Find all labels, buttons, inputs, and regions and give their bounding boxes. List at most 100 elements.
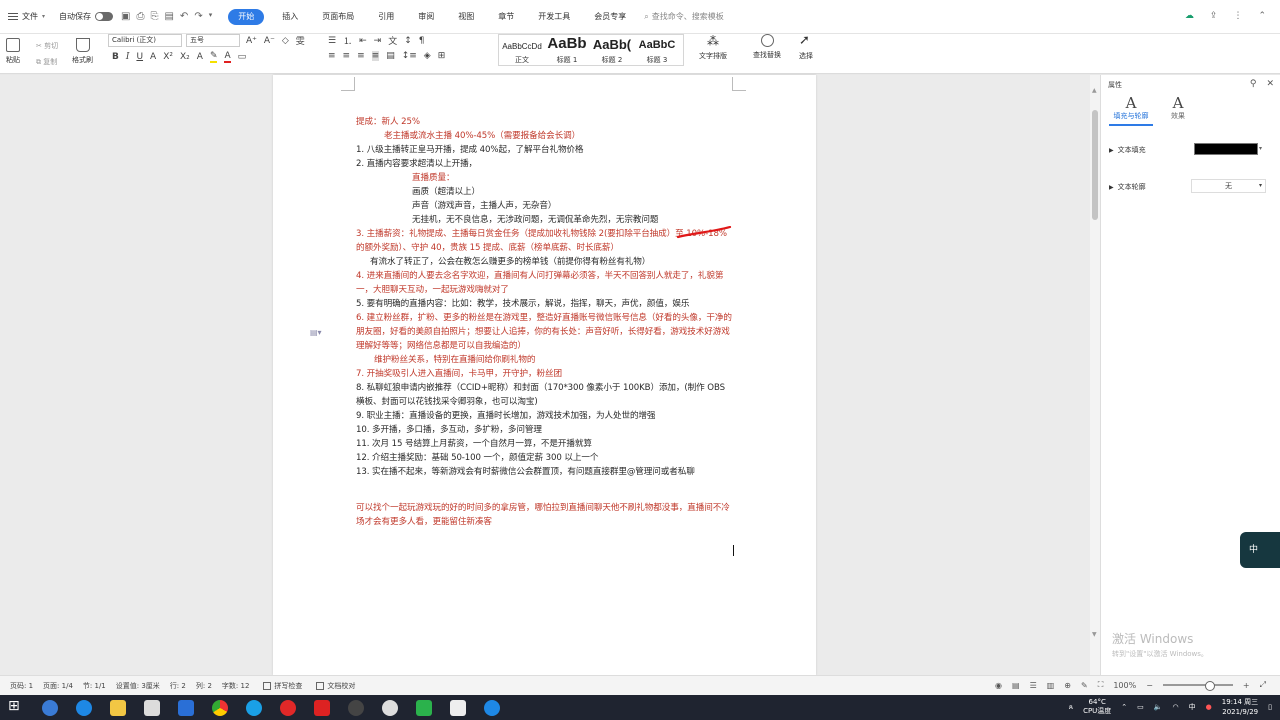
wechat-icon[interactable] [416, 699, 432, 716]
windows-start-icon[interactable] [8, 698, 24, 716]
eye-protection-icon[interactable]: ◉ [995, 681, 1002, 690]
proofread-button[interactable]: 文档校对 [316, 681, 355, 691]
person-icon[interactable]: ጰ [1069, 703, 1073, 712]
volume-icon[interactable]: 🔈 [1154, 703, 1163, 711]
zoom-value[interactable]: 100% [1113, 681, 1136, 690]
status-section[interactable]: 节: 1/1 [83, 681, 106, 691]
chrome-icon[interactable] [212, 699, 228, 716]
avatar-app-icon[interactable] [382, 699, 398, 716]
document-page[interactable]: 提成：新人 25% 老主播或流水主播 40%-45%（需要报备给会长调） 1. 八级… [273, 75, 816, 675]
subscript-icon[interactable]: X₂ [180, 52, 190, 62]
decrease-indent-icon[interactable]: ⇤ [359, 36, 367, 46]
notepad-icon[interactable] [450, 699, 466, 716]
align-center-icon[interactable]: ≡ [343, 51, 351, 61]
style-heading-2[interactable]: AaBb( 标题 2 [590, 35, 634, 65]
pin-icon[interactable]: ⚲ [1250, 79, 1257, 89]
grow-font-icon[interactable]: A⁺ [246, 36, 257, 46]
status-pages[interactable]: 页面: 1/4 [43, 681, 73, 691]
toggle-switch[interactable] [95, 12, 114, 21]
paste-button[interactable]: 粘贴 [6, 38, 20, 65]
status-setting[interactable]: 设置值: 3厘米 [116, 681, 160, 691]
tab-section[interactable]: 章节 [486, 0, 526, 34]
wps-icon[interactable] [314, 699, 330, 716]
show-marks-icon[interactable]: ¶ [419, 36, 425, 46]
char-border-icon[interactable]: ▭ [238, 52, 247, 62]
file-explorer-icon[interactable] [110, 699, 126, 716]
shrink-font-icon[interactable]: A⁻ [264, 36, 275, 46]
status-page[interactable]: 页码: 1 [10, 681, 33, 691]
zoom-out-icon[interactable]: − [1146, 681, 1153, 690]
tab-review[interactable]: 审阅 [406, 0, 446, 34]
select-button[interactable]: ➚ 选择 [799, 34, 813, 61]
collapse-ribbon-icon[interactable]: ⌃ [1258, 11, 1266, 21]
undo-icon[interactable]: ↶ [180, 11, 188, 22]
sort-icon[interactable]: ↕ [404, 36, 412, 46]
swirl-app-icon[interactable] [42, 699, 58, 716]
notification-icon[interactable]: ▯ [1268, 703, 1272, 711]
scroll-down-icon[interactable]: ▼ [1092, 631, 1098, 638]
paragraph-options-icon[interactable]: ▤▾ [310, 328, 322, 337]
fill-color-swatch[interactable] [1194, 143, 1258, 155]
borders-icon[interactable]: ⊞ [438, 51, 446, 61]
more-icon[interactable]: ⋮ [1233, 11, 1242, 21]
share-icon[interactable]: ⇪ [1210, 11, 1218, 21]
font-name-select[interactable]: Calibri (正文) [108, 34, 182, 47]
tab-fill-outline[interactable]: A 填充与轮廓 [1109, 95, 1153, 126]
style-heading-3[interactable]: AaBbC 标题 3 [635, 35, 679, 65]
wifi-icon[interactable]: ◠ [1173, 703, 1179, 711]
cut-button[interactable]: ✂ 剪切 [36, 38, 58, 54]
italic-icon[interactable]: I [126, 52, 130, 62]
style-heading-1[interactable]: AaBb 标题 1 [545, 35, 589, 65]
format-painter-button[interactable]: 格式刷 [72, 38, 93, 65]
text-layout-button[interactable]: ⁂ 文字排版 [699, 34, 727, 61]
print-preview-icon[interactable]: ▤ [164, 11, 173, 22]
tab-references[interactable]: 引用 [366, 0, 406, 34]
text-outline-row[interactable]: ▶ 文本轮廓 [1109, 182, 1146, 192]
tab-effect[interactable]: A 效果 [1171, 95, 1185, 121]
justify-icon[interactable]: ≡ [371, 51, 380, 61]
tab-home[interactable]: 开始 [228, 8, 265, 25]
ime-floating-widget[interactable]: 中 [1240, 532, 1280, 568]
tab-insert[interactable]: 插入 [270, 0, 310, 34]
tab-developer[interactable]: 开发工具 [526, 0, 582, 34]
redo-icon[interactable]: ↷ [194, 11, 202, 22]
export-pdf-icon[interactable]: ⎙ [136, 11, 144, 22]
font-color-icon[interactable]: A [224, 51, 231, 63]
reading-view-icon[interactable]: ▥ [1047, 681, 1055, 690]
spellcheck-toggle[interactable]: 拼写检查 [263, 681, 302, 691]
command-search[interactable]: ⌕ 查找命令、搜索模板 [644, 11, 723, 22]
status-row[interactable]: 行: 2 [170, 681, 186, 691]
chevron-down-icon[interactable]: ▾ [1259, 145, 1262, 152]
save-icon[interactable]: ▣ [121, 11, 130, 22]
zoom-slider[interactable] [1162, 681, 1233, 691]
status-col[interactable]: 列: 2 [196, 681, 212, 691]
shading-icon[interactable]: ◈ [424, 51, 431, 61]
fullscreen-icon[interactable]: ⤢ [1260, 680, 1266, 690]
align-left-icon[interactable]: ≡ [328, 51, 336, 61]
vertical-scrollbar[interactable]: ▲ ▼ [1090, 75, 1100, 675]
cloud-sync-icon[interactable]: ☁ [1185, 11, 1194, 21]
write-mode-icon[interactable]: ✎ [1081, 681, 1088, 690]
steam-icon[interactable] [348, 699, 364, 716]
find-replace-button[interactable]: 查找替换 [753, 34, 781, 60]
zoom-in-icon[interactable]: + [1243, 681, 1250, 690]
network-icon[interactable]: ▭ [1137, 703, 1144, 711]
text-fill-row[interactable]: ▶ 文本填充 [1109, 145, 1146, 155]
tab-view[interactable]: 视图 [446, 0, 486, 34]
cpu-temp[interactable]: 64°C CPU温度 [1083, 698, 1111, 716]
autosave-toggle[interactable]: 自动保存 [59, 11, 114, 22]
align-right-icon[interactable]: ≡ [357, 51, 365, 61]
strikethrough-icon[interactable]: A [150, 52, 156, 62]
tab-member[interactable]: 会员专享 [582, 0, 638, 34]
bold-icon[interactable]: B [112, 52, 119, 62]
superscript-icon[interactable]: X² [163, 52, 173, 62]
line-spacing-icon[interactable]: ↕≡ [402, 51, 417, 61]
document-body[interactable]: 提成：新人 25% 老主播或流水主播 40%-45%（需要报备给会长调） 1. 八级… [356, 115, 734, 529]
copy-button[interactable]: ⧉ 复制 [36, 54, 58, 70]
file-menu[interactable]: 文件 ▾ [8, 11, 45, 22]
clear-format-icon[interactable]: ◇ [282, 36, 289, 46]
close-icon[interactable]: ✕ [1266, 79, 1274, 89]
highlight-icon[interactable]: ✎ [209, 51, 218, 63]
numbering-icon[interactable]: ⒈ [343, 34, 352, 47]
status-wordcount[interactable]: 字数: 12 [222, 681, 250, 691]
